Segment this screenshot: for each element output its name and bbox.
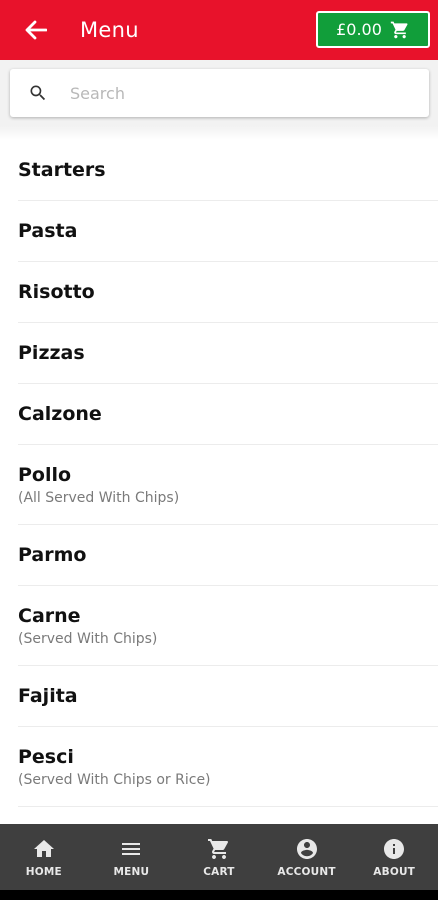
search-box[interactable] (10, 69, 429, 117)
menu-icon (119, 836, 143, 862)
nav-home[interactable]: HOME (0, 824, 88, 890)
nav-label: MENU (113, 866, 150, 878)
nav-label: ABOUT (373, 866, 416, 878)
search-icon (28, 83, 48, 103)
back-button[interactable] (22, 16, 50, 44)
system-bottom-bar (0, 890, 438, 900)
category-subtitle: (Served With Chips or Rice) (18, 771, 211, 788)
home-icon (32, 836, 56, 862)
category-calzone[interactable]: Calzone (18, 384, 438, 445)
category-risotto[interactable]: Risotto (18, 262, 438, 323)
menu-category-list: Starters Pasta Risotto Pizzas Calzone Po… (0, 140, 438, 807)
category-starters[interactable]: Starters (18, 140, 438, 201)
category-label: Calzone (18, 403, 102, 425)
nav-about[interactable]: ABOUT (350, 824, 438, 890)
category-fajita[interactable]: Fajita (18, 666, 438, 727)
category-pollo[interactable]: Pollo (All Served With Chips) (18, 445, 438, 525)
category-label: Pasta (18, 220, 78, 242)
nav-cart[interactable]: CART (175, 824, 263, 890)
cart-total-button[interactable]: £0.00 (316, 11, 430, 48)
category-carne[interactable]: Carne (Served With Chips) (18, 586, 438, 666)
account-icon (295, 836, 319, 862)
category-label: Starters (18, 159, 106, 181)
nav-menu[interactable]: MENU (88, 824, 176, 890)
category-subtitle: (Served With Chips) (18, 630, 158, 647)
cart-icon (207, 836, 231, 862)
search-input[interactable] (70, 78, 370, 108)
arrow-left-icon (25, 20, 47, 40)
category-parmo[interactable]: Parmo (18, 525, 438, 586)
nav-label: CART (203, 866, 235, 878)
category-label: Pollo (18, 463, 72, 486)
app-bar: Menu £0.00 (0, 0, 438, 60)
info-icon (382, 836, 406, 862)
category-pizzas[interactable]: Pizzas (18, 323, 438, 384)
nav-label: ACCOUNT (277, 866, 336, 878)
cart-icon (390, 20, 410, 40)
page-title: Menu (80, 18, 139, 42)
category-label: Fajita (18, 685, 78, 707)
bottom-navigation: HOME MENU CART ACCOUNT ABOUT (0, 824, 438, 890)
cart-total: £0.00 (336, 20, 382, 39)
header-divider (0, 126, 438, 140)
category-label: Carne (18, 604, 81, 627)
nav-account[interactable]: ACCOUNT (263, 824, 351, 890)
category-pasta[interactable]: Pasta (18, 201, 438, 262)
category-label: Pizzas (18, 342, 85, 364)
search-bar-container (0, 60, 438, 126)
category-label: Risotto (18, 281, 95, 303)
category-pesci[interactable]: Pesci (Served With Chips or Rice) (18, 727, 438, 807)
category-label: Parmo (18, 544, 87, 566)
category-subtitle: (All Served With Chips) (18, 489, 180, 506)
category-label: Pesci (18, 745, 74, 768)
nav-label: HOME (25, 866, 62, 878)
